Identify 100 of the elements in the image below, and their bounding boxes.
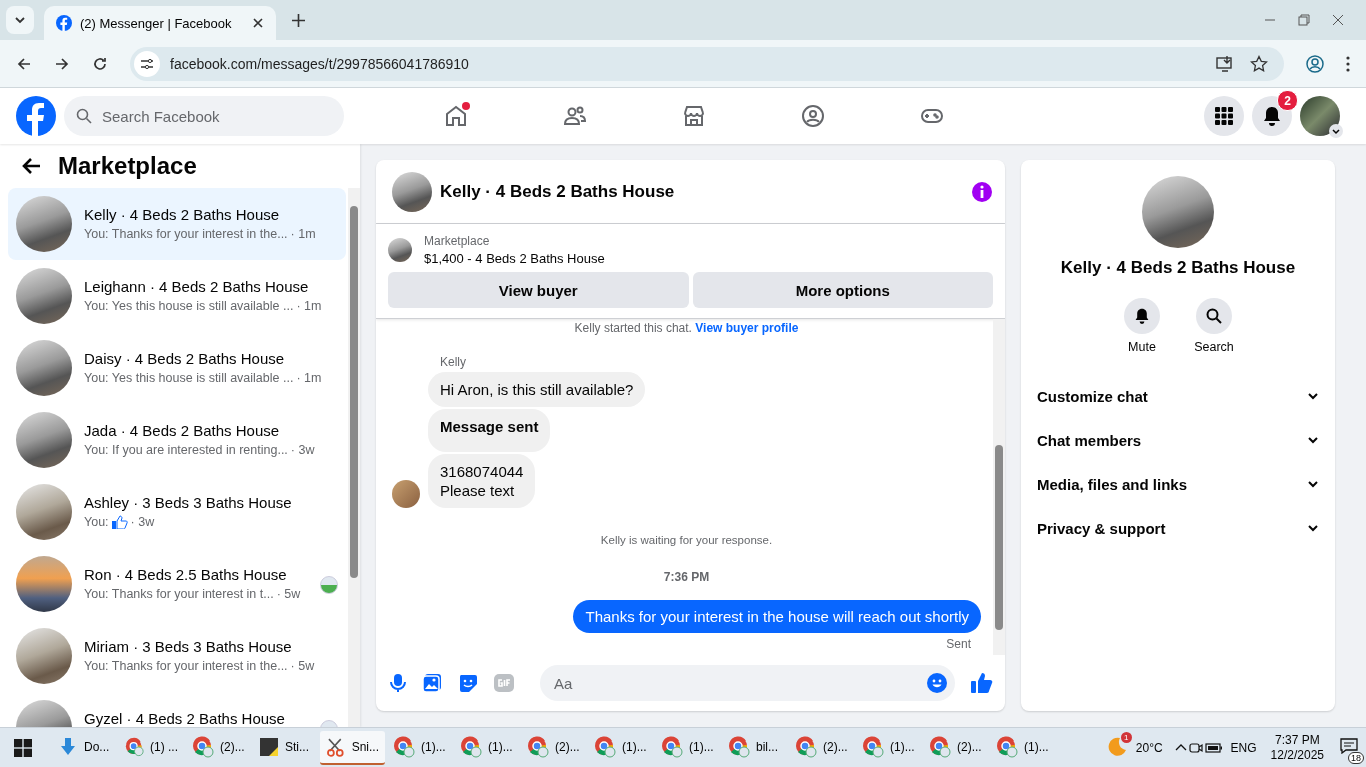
tab-title: (2) Messenger | Facebook [80, 15, 233, 31]
taskbar-app[interactable]: (2)... [521, 730, 586, 765]
tab-search-button[interactable] [6, 6, 34, 34]
camera-icon[interactable] [1188, 740, 1203, 755]
scrollbar[interactable] [993, 319, 1005, 655]
browser-icon [728, 735, 750, 758]
taskbar-app[interactable]: (1)... [588, 730, 653, 765]
view-buyer-profile-link[interactable]: View buyer profile [695, 321, 799, 335]
bookmark-star-icon[interactable] [1250, 54, 1268, 73]
temperature[interactable]: 20°C [1135, 740, 1163, 755]
conversation-item[interactable]: Ron · 4 Beds 2.5 Baths House You: Thanks for your interest in t... · 5w [8, 548, 346, 620]
taskbar-app[interactable]: (1)... [655, 730, 720, 765]
windows-start-icon[interactable] [14, 738, 32, 757]
browser-icon [125, 735, 144, 758]
message-time: · 1m [290, 227, 316, 241]
taskbar-app[interactable]: (1)... [387, 730, 452, 765]
listing-label: Marketplace [424, 234, 491, 248]
action-label: Mute [1128, 340, 1156, 354]
conversation-item[interactable]: Daisy · 4 Beds 2 Baths House You: Yes this house is still available ... · 1m [8, 332, 346, 404]
message-input[interactable]: Aa [552, 673, 927, 693]
menu-button[interactable] [1204, 96, 1244, 136]
address-bar[interactable]: facebook.com/messages/t/29978566041786910 [130, 46, 1284, 81]
search-button[interactable] [1196, 298, 1232, 334]
back-icon[interactable] [16, 55, 32, 72]
taskbar-app[interactable]: Sti... [253, 730, 318, 765]
chevron-down-icon [1307, 478, 1319, 490]
search-bar[interactable]: Search Facebook [64, 96, 344, 136]
back-icon[interactable] [22, 156, 42, 176]
sticker-icon[interactable] [458, 673, 478, 693]
photo-placeholder [16, 196, 72, 252]
browser-tab[interactable]: (2) Messenger | Facebook [44, 6, 276, 40]
site-settings-icon[interactable] [134, 50, 160, 77]
message-preview: You: If you are interested in renting... [84, 443, 288, 457]
mute-button[interactable] [1124, 298, 1160, 334]
new-tab-icon[interactable] [292, 13, 305, 27]
friends-icon[interactable] [562, 104, 587, 128]
close-icon[interactable] [252, 17, 264, 29]
image-icon[interactable] [422, 673, 442, 693]
browser-icon [929, 735, 951, 758]
taskbar-app[interactable]: Do... [52, 730, 117, 765]
reload-icon[interactable] [92, 55, 108, 72]
taskbar-app[interactable]: (1)... [990, 730, 1055, 765]
caret-icon[interactable] [1329, 124, 1343, 138]
section-header[interactable]: Customize chat [1037, 374, 1319, 418]
taskbar-app[interactable]: (2)... [923, 730, 988, 765]
scrollbar[interactable] [348, 188, 360, 727]
conversation-title: Miriam · 3 Beds 3 Baths House [84, 638, 293, 655]
install-app-icon[interactable] [1216, 54, 1234, 73]
thumbs-up-icon[interactable] [971, 672, 993, 694]
microphone-icon[interactable] [390, 673, 406, 693]
taskbar-app[interactable]: (1)... [454, 730, 519, 765]
message-preview: You: [84, 515, 109, 529]
taskbar-app[interactable]: Sni... [320, 730, 385, 765]
menu-icon[interactable] [1346, 55, 1350, 72]
restore-icon[interactable] [1298, 14, 1310, 26]
forward-icon[interactable] [54, 55, 70, 72]
search-field[interactable]: Search Facebook [100, 106, 304, 126]
conversation-item[interactable]: Leighann · 4 Beds 2 Baths House You: Yes this house is still available ... · 1m [8, 260, 346, 332]
emoji-icon[interactable] [927, 673, 947, 693]
view-buyer-button[interactable]: View buyer [388, 272, 689, 308]
weather-alert-badge: 1 [1120, 731, 1132, 743]
taskbar-app[interactable]: (2)... [789, 730, 854, 765]
sidebar-title: Marketplace [58, 152, 197, 180]
clock-date[interactable]: 12/2/2025 [1270, 747, 1324, 763]
conversation-item[interactable]: Kelly · 4 Beds 2 Baths House You: Thanks for your interest in the... · 1m [8, 188, 346, 260]
photo-placeholder [16, 628, 72, 684]
language-indicator[interactable]: ENG [1230, 740, 1257, 755]
home-icon[interactable] [443, 104, 468, 128]
scissors-icon [326, 736, 346, 757]
profile-avatar[interactable] [1300, 96, 1340, 136]
conversation-item[interactable]: Ashley · 3 Beds 3 Baths House You: · 3w [8, 476, 346, 548]
message-bubble: Message sent [428, 409, 551, 452]
clock-time[interactable]: 7:37 PM [1274, 732, 1320, 748]
more-options-button[interactable]: More options [692, 272, 993, 308]
message-bar[interactable]: Aa [540, 665, 955, 701]
search-icon [76, 108, 92, 124]
conversation-title: Gyzel · 4 Beds 2 Baths House [84, 710, 286, 727]
section-header[interactable]: Chat members [1037, 418, 1319, 462]
browser-icon [661, 735, 683, 758]
profile-icon[interactable] [1306, 54, 1324, 73]
listing-thumbnail [392, 171, 432, 212]
notification-count: 2 [1277, 90, 1298, 111]
conversation-item[interactable]: Miriam · 3 Beds 3 Baths House You: Thanks for your interest in the... · 5w [8, 620, 346, 692]
close-icon[interactable] [1332, 14, 1344, 26]
info-icon[interactable] [971, 180, 993, 203]
notification-center-icon[interactable] [1340, 737, 1358, 754]
conversation-title: Ashley · 3 Beds 3 Baths House [84, 494, 293, 511]
facebook-logo-icon[interactable] [16, 96, 56, 136]
notifications-button[interactable] [1252, 96, 1292, 136]
section-header[interactable]: Privacy & support [1037, 506, 1319, 550]
taskbar-app[interactable]: (2)... [186, 730, 251, 765]
taskbar-app[interactable]: bil... [722, 730, 787, 765]
section-header[interactable]: Media, files and links [1037, 462, 1319, 506]
message-time: · 5w [276, 587, 301, 601]
groups-icon[interactable] [800, 104, 825, 128]
battery-icon[interactable] [1204, 741, 1223, 754]
conversation-item[interactable]: Jada · 4 Beds 2 Baths House You: If you are interested in renting... · 3w [8, 404, 346, 476]
marketplace-icon[interactable] [681, 104, 706, 128]
taskbar-app[interactable]: (1)... [856, 730, 921, 765]
taskbar-app[interactable]: (1) ... [119, 730, 184, 765]
